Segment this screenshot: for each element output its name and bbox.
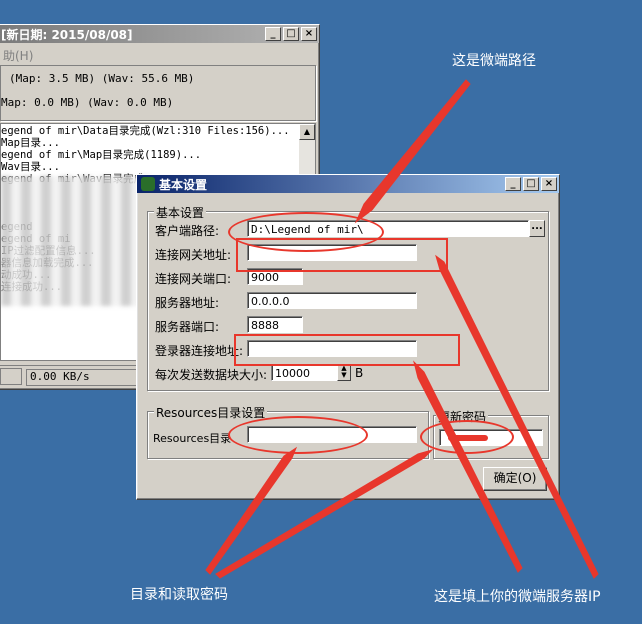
resources-label: Resources目录 (153, 432, 232, 445)
scroll-up-icon[interactable]: ▲ (299, 124, 315, 140)
maximize-button[interactable]: □ (283, 27, 299, 41)
close-button[interactable]: × (301, 27, 317, 41)
block-size-label: 每次发送数据块大小: (155, 368, 268, 382)
speed-value: 0.00 KB/s (26, 369, 139, 386)
server-port-label: 服务器端口: (155, 320, 220, 334)
menu-help[interactable]: 助(H) (3, 47, 33, 64)
spinner-arrows-icon[interactable]: ▲ ▼ (337, 364, 351, 381)
log-line: Map目录... (1, 137, 60, 149)
server-addr-label: 服务器地址: (155, 296, 220, 310)
log-line: Wav目录... (1, 161, 60, 173)
log-line: egend of mir\Data目录完成(Wzl:310 Files:156)… (1, 125, 290, 137)
dialog-title: 基本设置 (159, 177, 208, 192)
resources-highlight-oval (228, 416, 368, 454)
stats-line-1: (Map: 3.5 MB) (Wav: 55.6 MB) (9, 72, 195, 85)
client-path-label: 客户端路径: (155, 224, 220, 238)
blur-mask (1, 176, 151, 306)
status-cell-1 (0, 368, 22, 385)
server-port-input[interactable]: 8888 (247, 316, 303, 333)
dialog-maximize-button[interactable]: □ (523, 177, 539, 191)
app-icon (141, 177, 155, 191)
gateway-addr-label: 连接网关地址: (155, 248, 232, 262)
dialog-close-button[interactable]: × (541, 177, 557, 191)
login-highlight-box (234, 334, 460, 366)
minimize-button[interactable]: _ (265, 27, 281, 41)
login-addr-label: 登录器连接地址: (155, 344, 244, 358)
basic-group-title: 基本设置 (154, 204, 207, 221)
block-unit: B (355, 366, 364, 380)
dialog-minimize-button[interactable]: _ (505, 177, 521, 191)
gateway-port-label: 连接网关端口: (155, 272, 232, 286)
stats-line-2: Map: 0.0 MB) (Wav: 0.0 MB) (1, 96, 174, 109)
server-addr-input[interactable]: 0.0.0.0 (247, 292, 417, 309)
annotation-bottom-right: 这是填上你的微端服务器IP (434, 589, 601, 605)
resources-group-title: Resources目录设置 (154, 404, 268, 421)
background-window-title: [新日期: 2015/08/08] (1, 27, 133, 42)
log-line: egend of mir\Map目录完成(1189)... (1, 149, 202, 161)
browse-button[interactable]: ... (529, 220, 545, 237)
block-size-input[interactable]: 10000 (271, 364, 337, 381)
stats-panel: (Map: 3.5 MB) (Wav: 55.6 MB) Map: 0.0 MB… (0, 65, 316, 121)
annotation-top: 这是微端路径 (452, 53, 536, 69)
background-window-titlebar[interactable]: [新日期: 2015/08/08] _ □ × (0, 25, 319, 43)
password-highlight-oval (420, 420, 514, 454)
ok-button[interactable]: 确定(O) (483, 467, 547, 491)
gateway-highlight-box (236, 238, 448, 272)
annotation-bottom-left: 目录和读取密码 (130, 587, 228, 603)
dialog-titlebar[interactable]: 基本设置 _ □ × (137, 175, 559, 193)
